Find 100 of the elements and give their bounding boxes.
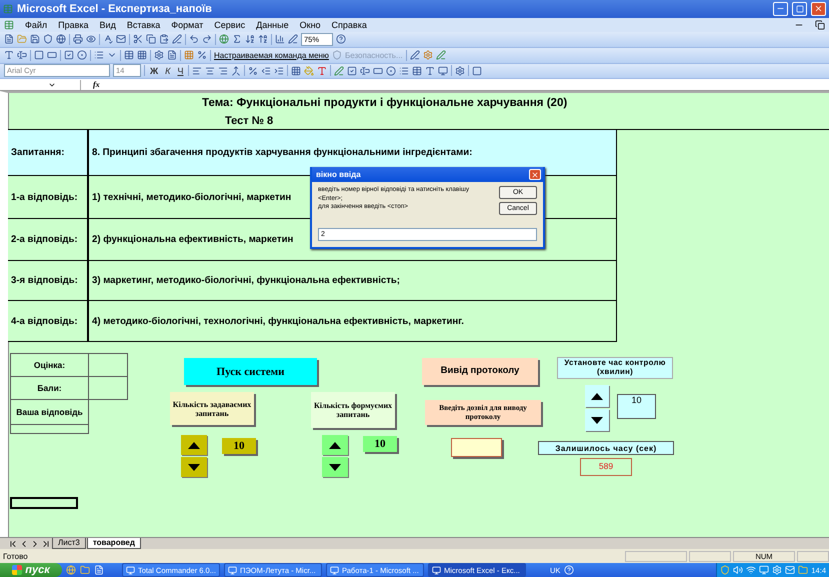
bold-button[interactable]: Ж	[148, 66, 160, 76]
hyperlink-icon[interactable]	[219, 34, 229, 44]
italic-button[interactable]: К	[163, 66, 172, 76]
menu-item[interactable]: Правка	[58, 20, 89, 30]
permission-input-field[interactable]	[451, 438, 502, 458]
mail-icon[interactable]	[785, 565, 796, 575]
spin-up-button[interactable]	[585, 385, 609, 408]
help-icon[interactable]	[336, 34, 346, 44]
sort-descending-icon[interactable]	[258, 34, 268, 44]
last-sheet-icon[interactable]	[41, 539, 51, 550]
printer-icon[interactable]	[73, 34, 83, 44]
sheet-title: Тема: Функціональні продукти і функціональне харчування (20)	[202, 97, 568, 110]
font-color-icon[interactable]	[317, 66, 328, 76]
menu-item[interactable]: Данные	[256, 20, 289, 30]
checkbox-icon[interactable]	[347, 66, 358, 76]
decrease-indent-icon[interactable]	[261, 66, 272, 76]
menu-item[interactable]: Формат	[171, 20, 204, 30]
save-icon[interactable]	[30, 34, 40, 44]
menu-item[interactable]: Сервис	[214, 20, 246, 30]
sum-icon[interactable]	[232, 34, 242, 44]
permission-icon[interactable]	[43, 34, 53, 44]
more-controls-icon[interactable]	[455, 66, 466, 76]
align-right-icon[interactable]	[218, 66, 228, 76]
sheet-tab[interactable]: Лист3	[52, 538, 86, 550]
undo-icon[interactable]	[189, 34, 199, 44]
group-box-icon[interactable]	[34, 50, 44, 60]
spin-up-button[interactable]	[181, 435, 207, 456]
paste-icon[interactable]	[159, 34, 169, 44]
borders-icon[interactable]	[291, 66, 302, 76]
option-button-icon[interactable]	[77, 50, 87, 60]
globe-icon[interactable]	[56, 34, 66, 44]
restore-icon[interactable]	[815, 20, 825, 30]
network-icon[interactable]	[746, 565, 756, 575]
edit-box-icon[interactable]	[17, 50, 27, 60]
align-left-icon[interactable]	[192, 66, 202, 76]
checkbox-icon[interactable]	[64, 50, 74, 60]
menu-item[interactable]: Вид	[100, 20, 116, 30]
answer-label: 4-а відповідь:	[8, 301, 88, 342]
merge-icon[interactable]	[231, 66, 242, 76]
custom-menu-command[interactable]: Настраиваемая команда меню	[214, 50, 329, 60]
underline-button[interactable]: Ч	[175, 66, 186, 76]
folder-icon[interactable]	[80, 565, 90, 575]
option-button-icon[interactable]	[386, 66, 396, 76]
sheet-tab[interactable]: товаровед	[86, 538, 141, 550]
answer-label: 2-а відповідь:	[8, 219, 88, 262]
fill-color-icon[interactable]	[304, 66, 314, 76]
restore-button[interactable]	[792, 2, 807, 16]
label-icon[interactable]	[425, 66, 436, 76]
start-system-button[interactable]: Пуск системи	[184, 358, 317, 386]
scissors-icon[interactable]	[133, 34, 143, 44]
spin-down-button[interactable]	[585, 409, 609, 432]
workbook-icon[interactable]	[4, 20, 14, 30]
new-document-icon[interactable]	[4, 34, 14, 44]
copy-icon[interactable]	[146, 34, 156, 44]
spin-down-button[interactable]	[322, 457, 348, 478]
insert-function-button[interactable]: fx	[93, 80, 100, 90]
menu-item[interactable]: Файл	[25, 20, 48, 30]
answer-text: 4) методико-біологічні, технологічні, функціональна ефективність, маркетинг.	[88, 301, 617, 342]
text-box-icon[interactable]	[360, 66, 370, 76]
minimize-button[interactable]	[773, 2, 788, 16]
properties-icon[interactable]	[154, 50, 164, 60]
increase-indent-icon[interactable]	[274, 66, 284, 76]
command-button-icon[interactable]	[373, 66, 384, 76]
percent-icon[interactable]	[248, 66, 258, 76]
spin-down-button[interactable]	[181, 457, 207, 478]
document-icon[interactable]	[94, 565, 104, 575]
grid-icon[interactable]	[184, 50, 194, 60]
gear-icon[interactable]	[422, 50, 433, 60]
window-icon	[228, 566, 237, 574]
speaker-icon[interactable]	[733, 565, 744, 575]
cell-cursor	[10, 497, 78, 510]
chart-icon[interactable]	[275, 34, 285, 44]
monitor-icon[interactable]	[759, 565, 770, 575]
preview-icon[interactable]	[86, 34, 96, 44]
counter-value: 10	[222, 438, 256, 454]
browser-icon[interactable]	[66, 565, 76, 575]
menu-item[interactable]: Вставка	[126, 20, 160, 30]
remaining-time-value: 589	[580, 458, 632, 476]
protocol-output-button[interactable]: Вивід протоколу	[422, 358, 538, 386]
counter-label: Кількість задаваємих запитань	[170, 392, 254, 426]
frame-icon[interactable]	[472, 66, 482, 76]
drawing-icon[interactable]	[288, 34, 298, 44]
list-box-icon[interactable]	[94, 50, 104, 60]
menu-item[interactable]: Окно	[300, 20, 321, 30]
spell-check-icon[interactable]	[103, 34, 113, 44]
pen-icon[interactable]	[334, 66, 344, 76]
spin-up-button[interactable]	[322, 435, 348, 456]
first-sheet-icon[interactable]	[8, 539, 18, 550]
menu-item[interactable]: Справка	[332, 20, 367, 30]
list-box-icon[interactable]	[399, 66, 410, 76]
sort-ascending-icon[interactable]	[245, 34, 255, 44]
close-button[interactable]	[811, 2, 826, 16]
label-icon[interactable]	[4, 50, 14, 60]
close-button[interactable]	[529, 169, 541, 180]
restore-icon	[796, 4, 804, 13]
redo-icon[interactable]	[202, 34, 212, 44]
status-panel	[797, 550, 829, 562]
button-icon[interactable]	[47, 50, 57, 60]
pen-icon[interactable]	[410, 50, 420, 60]
align-center-icon[interactable]	[205, 66, 216, 76]
